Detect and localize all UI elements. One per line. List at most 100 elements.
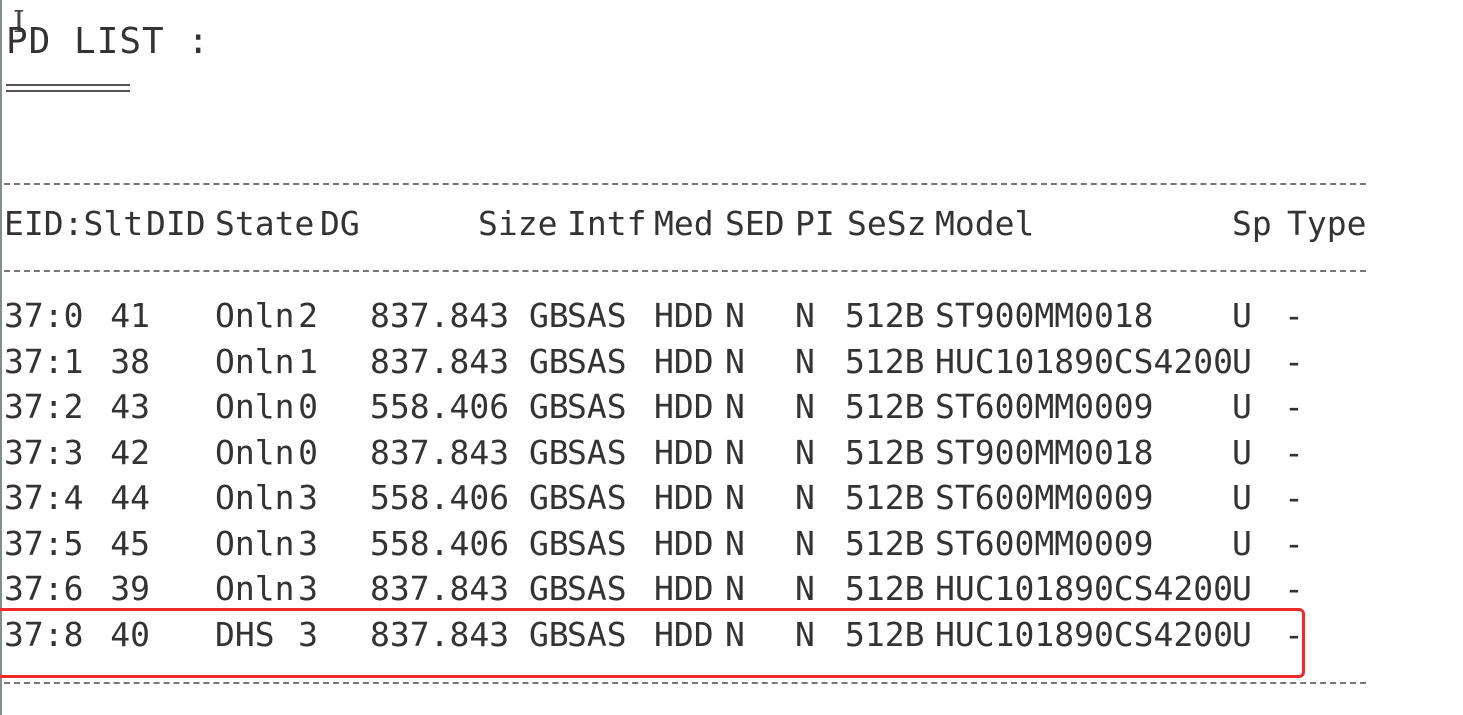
table-header-row: EID:Slt DID State DG Size Intf Med SED P… [0,202,1400,248]
cell-pi: N [795,432,815,472]
cell-sesz: 512B [845,569,925,608]
table-row: 37:0 41 Onln 2 837.843 GB SAS HDD N N 512B ST900MM… [0,294,1400,340]
table-top-divider [4,183,1366,185]
table-row: 37:5 45 Onln 3 558.406 GB SAS HDD N N 512B ST600MM… [0,522,1400,568]
cell-dg: 0 [298,432,318,472]
cell-did: 41 [110,296,150,335]
page-title: PD LIST : [6,21,211,62]
cell-did: 38 [110,341,150,381]
cell-med: HDD [654,478,714,517]
cell-intf: SAS [567,387,627,426]
cell-did: 44 [110,478,150,517]
cell-dg: 2 [298,296,318,335]
cell-intf: SAS [567,341,627,381]
table-header-divider [4,270,1366,272]
cell-eid-slt: 37:1 [4,341,84,381]
highlight-box [0,608,1305,678]
cell-sed: N [725,387,745,426]
cell-dg: 3 [298,478,318,517]
cell-model: ST600MM0009 [935,387,1154,426]
table-row: 37:3 42 Onln 0 837.843 GB SAS HDD N N 512B ST900MM… [0,431,1400,477]
cell-med: HDD [654,341,714,381]
cell-sed: N [725,432,745,472]
cell-type: - [1284,432,1304,472]
cell-type: - [1284,387,1304,426]
cell-intf: SAS [567,296,627,335]
cell-model: ST600MM0009 [935,478,1154,517]
column-header-dg: DG [320,204,360,243]
cell-type: - [1284,569,1304,608]
cell-pi: N [795,478,815,517]
column-header-state: State [215,204,315,243]
cell-size: 837.843 GB [370,296,569,335]
column-header-intf: Intf [567,204,647,243]
cell-med: HDD [654,387,714,426]
cell-type: - [1284,296,1304,335]
cell-sp: U [1232,387,1252,426]
cell-pi: N [795,523,815,563]
cell-med: HDD [654,569,714,608]
cell-eid-slt: 37:4 [4,478,84,517]
cell-sesz: 512B [845,341,925,381]
cell-sesz: 512B [845,478,925,517]
cell-type: - [1284,523,1304,563]
cell-eid-slt: 37:6 [4,569,84,608]
cell-dg: 1 [298,341,318,381]
cell-sp: U [1232,432,1252,472]
cell-eid-slt: 37:3 [4,432,84,472]
cell-sesz: 512B [845,296,925,335]
cell-size: 558.406 GB [370,387,569,426]
table-row: 37:2 43 Onln 0 558.406 GB SAS HDD N N 512B ST600MM… [0,385,1400,431]
column-header-eid-slt: EID:Slt [4,204,144,243]
cell-intf: SAS [567,569,627,608]
cell-med: HDD [654,523,714,563]
cell-med: HDD [654,296,714,335]
cell-pi: N [795,387,815,426]
cell-model: HUC101890CS4200 [935,569,1234,608]
cell-intf: SAS [567,432,627,472]
cell-size: 837.843 GB [370,569,569,608]
cell-dg: 0 [298,387,318,426]
cell-eid-slt: 37:5 [4,523,84,563]
column-header-model: Model [935,204,1035,243]
column-header-type: Type [1287,204,1367,243]
cell-did: 42 [110,432,150,472]
cell-pi: N [795,341,815,381]
column-header-pi: PI [795,204,835,243]
cell-sed: N [725,296,745,335]
cell-dg: 3 [298,523,318,563]
cell-sed: N [725,569,745,608]
cell-model: ST900MM0018 [935,296,1154,335]
column-header-med: Med [654,204,714,243]
cell-med: HDD [654,432,714,472]
cell-eid-slt: 37:0 [4,296,84,335]
table-bottom-divider [4,682,1366,684]
column-header-sesz: SeSz [847,204,927,243]
cell-model: ST900MM0018 [935,432,1154,472]
cell-did: 45 [110,523,150,563]
cell-intf: SAS [567,523,627,563]
table-row: 37:4 44 Onln 3 558.406 GB SAS HDD N N 512B ST600MM… [0,476,1400,522]
cell-type: - [1284,478,1304,517]
cell-pi: N [795,296,815,335]
cell-sed: N [725,478,745,517]
cell-sesz: 512B [845,432,925,472]
cell-sp: U [1232,523,1252,563]
column-header-sed: SED [725,204,785,243]
cell-size: 558.406 GB [370,478,569,517]
cell-sp: U [1232,296,1252,335]
cell-sed: N [725,341,745,381]
table-row: 37:6 39 Onln 3 837.843 GB SAS HDD N N 512B HUC1018… [0,567,1400,613]
column-header-did: DID [146,204,206,243]
cell-model: HUC101890CS4200 [935,341,1234,381]
column-header-size: Size [478,204,558,243]
cell-intf: SAS [567,478,627,517]
cell-size: 837.843 GB [370,341,569,381]
cell-sed: N [725,523,745,563]
cell-eid-slt: 37:2 [4,387,84,426]
cell-sp: U [1232,341,1252,381]
cell-did: 39 [110,569,150,608]
cell-dg: 3 [298,569,318,608]
cell-size: 558.406 GB [370,523,569,563]
cell-pi: N [795,569,815,608]
